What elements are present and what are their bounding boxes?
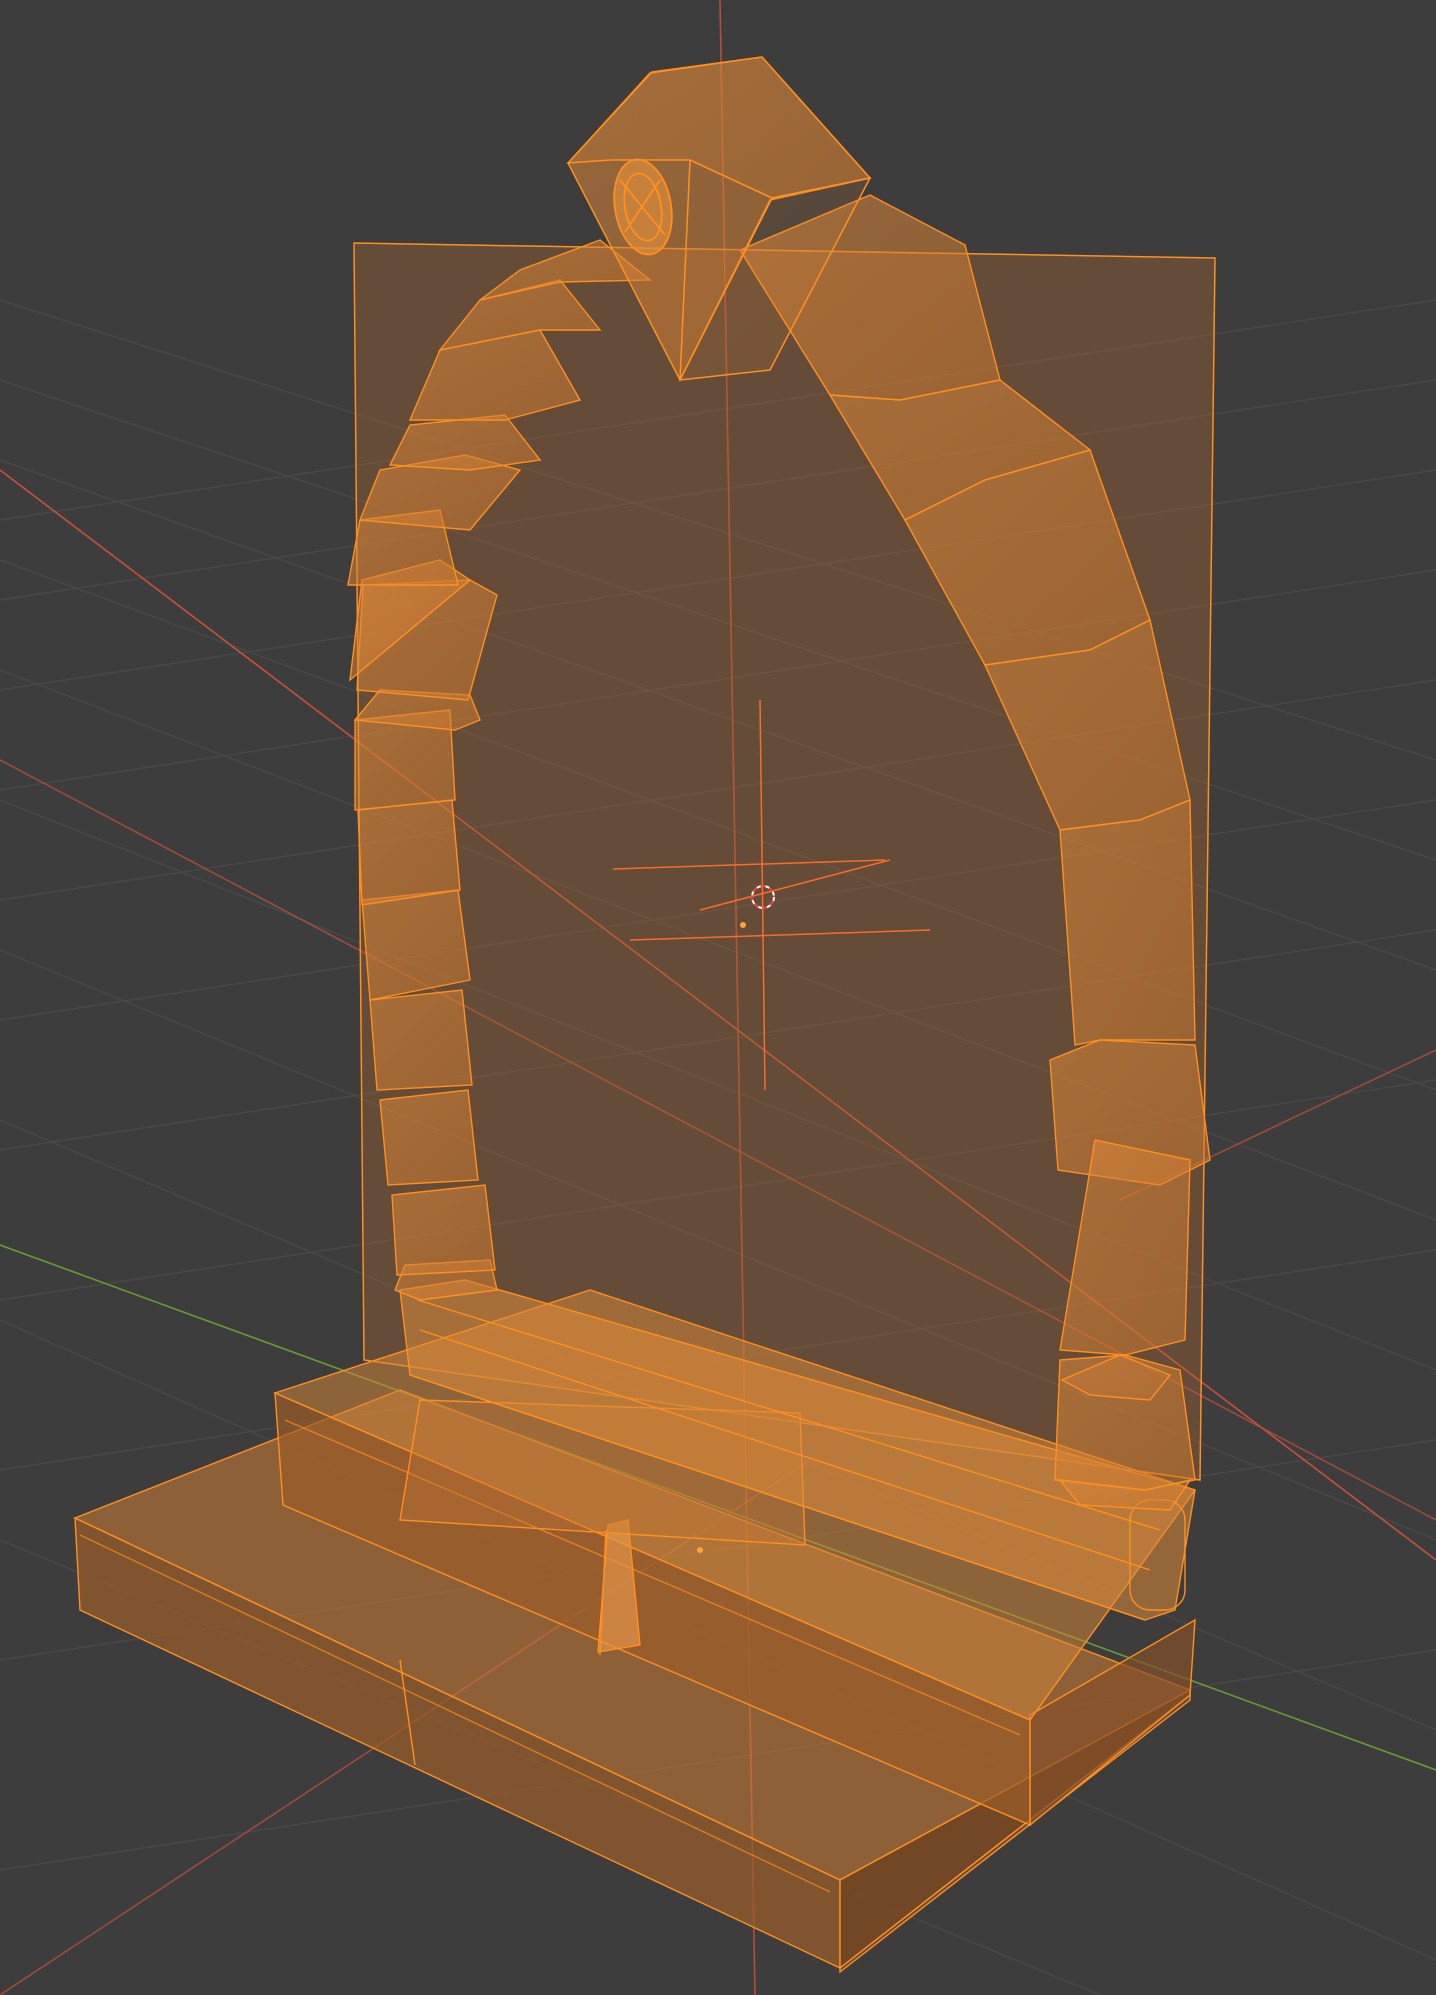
viewport-canvas[interactable]	[0, 0, 1436, 1995]
origin-dot	[697, 1547, 703, 1553]
3d-viewport[interactable]	[0, 0, 1436, 1995]
origin-dot	[740, 922, 746, 928]
